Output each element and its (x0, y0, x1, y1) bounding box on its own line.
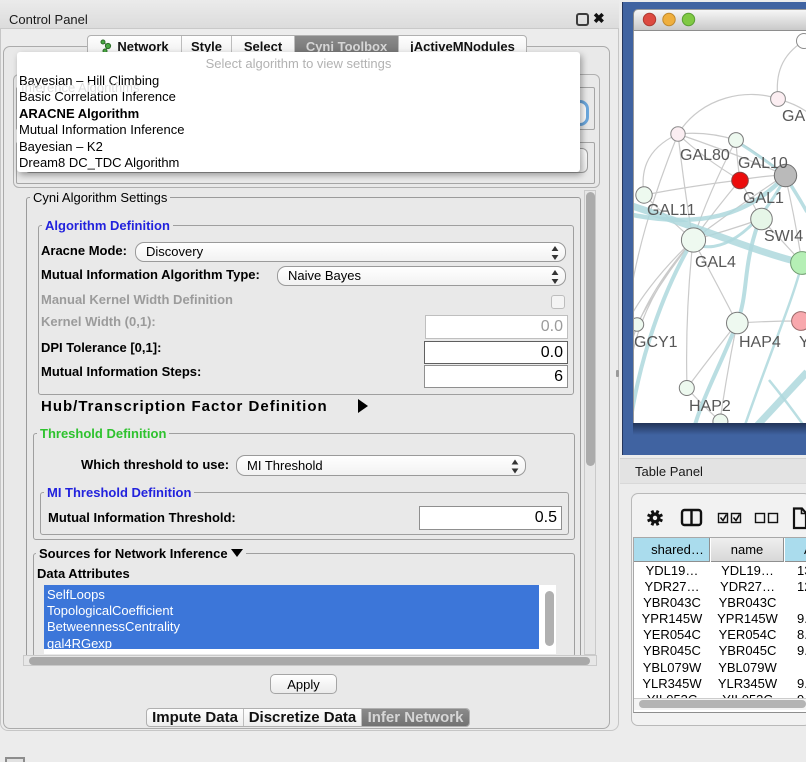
svg-text:HAP2: HAP2 (689, 398, 731, 415)
svg-text:SWI4: SWI4 (764, 228, 803, 245)
svg-text:GAL1: GAL1 (743, 190, 784, 207)
svg-text:YEL: YEL (799, 334, 806, 351)
svg-text:HAP4: HAP4 (739, 334, 781, 351)
svg-text:GAL4: GAL4 (695, 254, 736, 271)
svg-text:GAL7: GAL7 (782, 108, 806, 125)
svg-text:GAL80: GAL80 (680, 147, 730, 164)
svg-text:GAL10: GAL10 (738, 155, 788, 172)
svg-text:GAL11: GAL11 (647, 202, 696, 219)
svg-text:GCY1: GCY1 (634, 334, 678, 351)
